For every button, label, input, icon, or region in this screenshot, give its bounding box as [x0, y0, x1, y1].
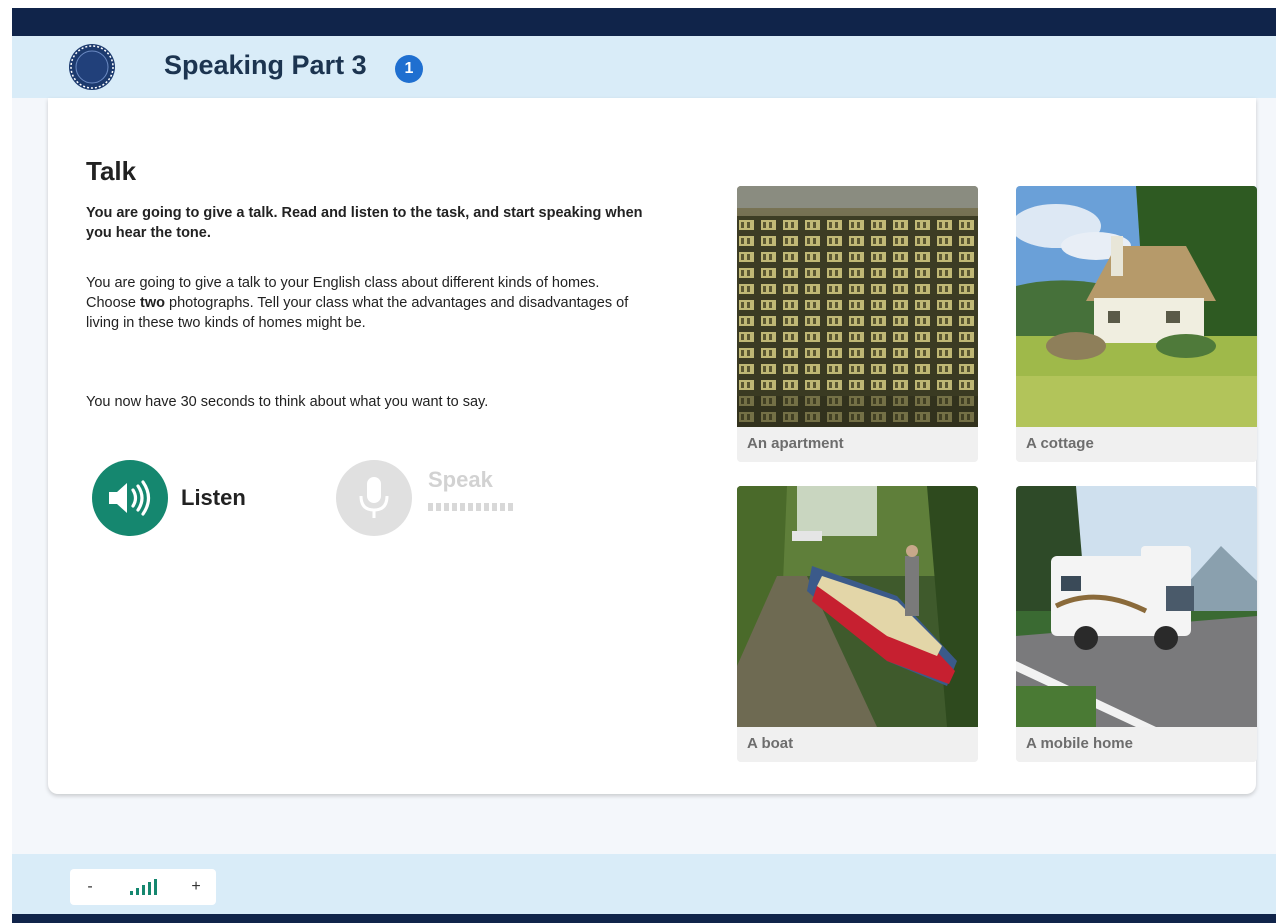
volume-bar — [129, 891, 133, 895]
meter-segment — [436, 503, 441, 511]
part-number-badge: 1 — [395, 55, 423, 83]
meter-segment — [476, 503, 481, 511]
footer: - + — [12, 854, 1276, 914]
microphone-icon — [336, 460, 412, 536]
task-text-bold: two — [140, 295, 165, 311]
speaker-icon — [92, 460, 168, 536]
page-title: Speaking Part 3 — [164, 50, 367, 80]
task-instruction: You are going to give a talk. Read and l… — [86, 205, 643, 241]
bottom-bar — [12, 914, 1276, 923]
boat-photo — [737, 486, 978, 727]
photo-caption: A boat — [737, 727, 978, 762]
photo-card-boat[interactable]: A boat — [737, 486, 978, 762]
left-edge — [0, 0, 12, 923]
task-description: You are going to give a talk to your Eng… — [86, 273, 646, 333]
meter-segment — [428, 503, 433, 511]
content-area: Talk You are going to give a talk. Read … — [12, 98, 1276, 854]
listen-button[interactable]: Listen — [92, 460, 282, 536]
photo-caption: A mobile home — [1016, 727, 1257, 762]
photo-caption: An apartment — [737, 427, 978, 462]
task-text-part: photographs. Tell your class what the ad… — [86, 295, 629, 331]
meter-segment — [460, 503, 465, 511]
top-bar — [12, 8, 1276, 36]
volume-bar — [135, 888, 139, 895]
meter-segment — [492, 503, 497, 511]
speak-level-meter — [428, 503, 513, 511]
listen-label: Listen — [181, 485, 246, 510]
volume-bar — [147, 882, 151, 895]
cottage-photo — [1016, 186, 1257, 427]
photo-card-cottage[interactable]: A cottage — [1016, 186, 1257, 462]
volume-bar — [153, 879, 157, 895]
volume-up-button[interactable]: + — [188, 878, 204, 896]
volume-down-button[interactable]: - — [82, 878, 98, 896]
meter-segment — [508, 503, 513, 511]
apartment-photo — [737, 186, 978, 427]
meter-segment — [500, 503, 505, 511]
header: Speaking Part 3 1 — [12, 36, 1276, 98]
speak-button[interactable]: Speak — [336, 460, 546, 536]
meter-segment — [484, 503, 489, 511]
photo-card-apartment[interactable]: An apartment — [737, 186, 978, 462]
meter-segment — [444, 503, 449, 511]
speak-label: Speak — [428, 467, 493, 492]
seal-logo-icon — [67, 42, 117, 92]
volume-control: - + — [70, 869, 216, 905]
meter-segment — [468, 503, 473, 511]
mobile-home-photo — [1016, 486, 1257, 727]
volume-bar — [141, 885, 145, 895]
meter-segment — [452, 503, 457, 511]
think-time-text: You now have 30 seconds to think about w… — [86, 394, 489, 410]
task-title: Talk — [86, 156, 137, 186]
task-card: Talk You are going to give a talk. Read … — [48, 98, 1257, 794]
photo-card-mobile-home[interactable]: A mobile home — [1016, 486, 1257, 762]
photo-caption: A cottage — [1016, 427, 1257, 462]
volume-bars-icon — [129, 879, 157, 895]
